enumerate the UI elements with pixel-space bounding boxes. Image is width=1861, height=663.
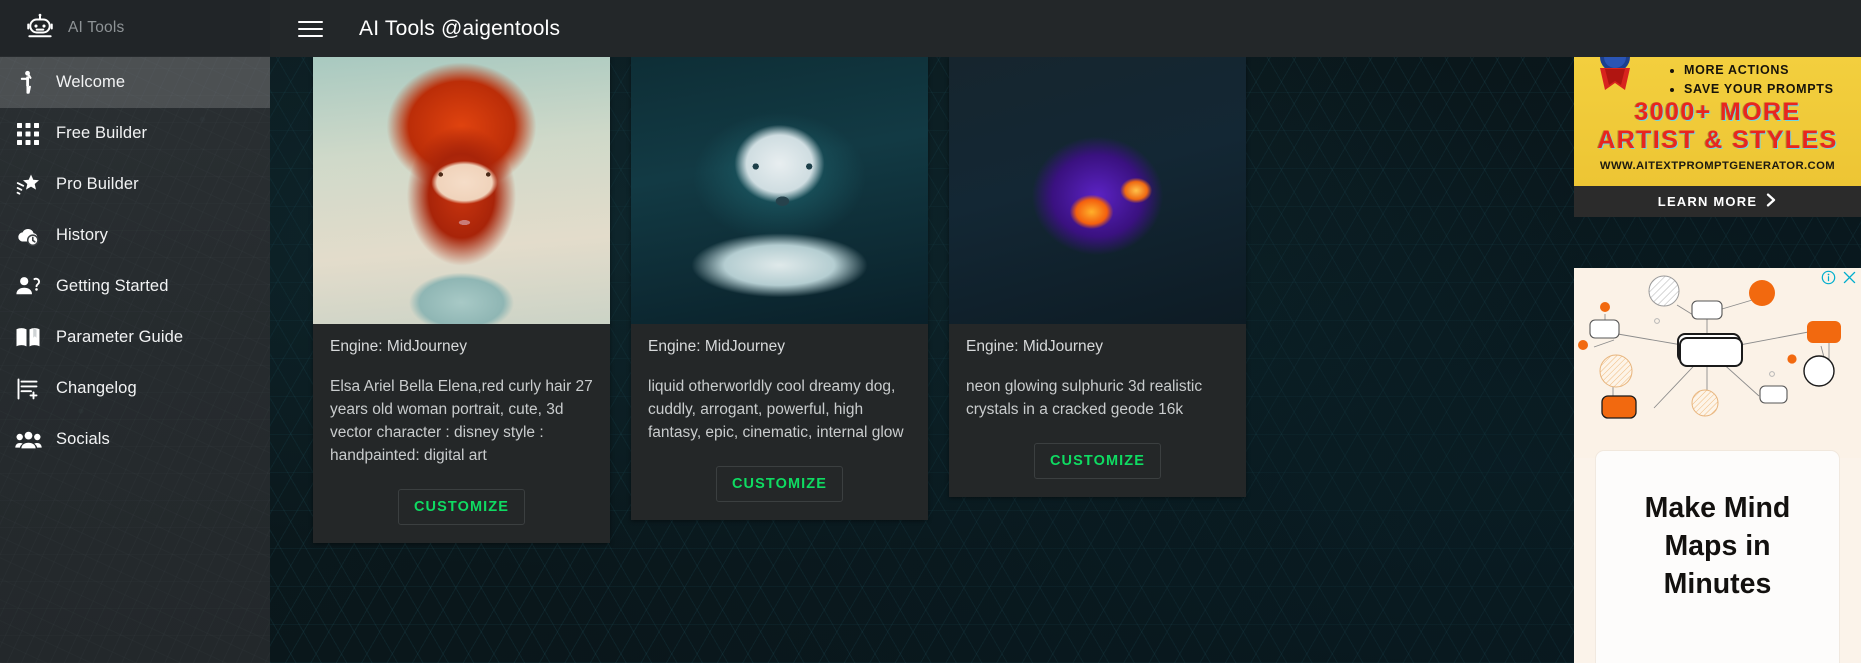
ad-bottom-headline: Make Mind Maps in Minutes [1644,492,1791,600]
sidebar-item-getting-started[interactable]: Getting Started [0,261,270,312]
ad-bottom-card: Make Mind Maps in Minutes [1596,451,1839,663]
ad-top-headline-2: ARTIST & STYLES [1597,126,1838,154]
sidebar-item-label: Socials [56,430,110,448]
award-ribbon-icon [1584,57,1646,103]
learn-more-button[interactable]: LEARN MORE [1574,186,1861,217]
sidebar-item-parameter-guide[interactable]: Parameter Guide [0,312,270,363]
prompt-card-image [313,57,610,324]
prompt-card-body: Engine: MidJourney Elsa Ariel Bella Elen… [313,324,610,473]
topbar: AI Tools @aigentools [270,0,1861,57]
app-root: AI Tools Welcome Free Builder Pro Builde… [0,0,1861,663]
prompt-card-footer: CUSTOMIZE [631,450,928,520]
sidebar-brand[interactable]: AI Tools [0,0,270,57]
sidebar-item-label: Free Builder [56,124,148,142]
sidebar-item-changelog[interactable]: Changelog [0,363,270,414]
ad-bullet: SAVE YOUR PROMPTS [1684,80,1834,99]
prompt-card-image [631,57,928,324]
sidebar-item-pro-builder[interactable]: Pro Builder [0,159,270,210]
prompt-card-footer: CUSTOMIZE [949,427,1246,497]
prompt-card[interactable]: Engine: MidJourney Elsa Ariel Bella Elen… [313,57,610,543]
grid-apps-icon [0,122,56,145]
sidebar-item-free-builder[interactable]: Free Builder [0,108,270,159]
page-title: AI Tools @aigentools [359,16,561,40]
open-book-icon [0,326,56,349]
customize-button[interactable]: CUSTOMIZE [1033,443,1162,479]
prompt-card-footer: CUSTOMIZE [313,473,610,543]
prompt-card-body: Engine: MidJourney neon glowing sulphuri… [949,324,1246,427]
chevron-right-icon [1766,193,1777,210]
sidebar-item-label: Pro Builder [56,175,139,193]
sidebar-item-socials[interactable]: Socials [0,414,270,465]
sidebar-nav: Welcome Free Builder Pro Builder History… [0,57,270,465]
ad-banner-top[interactable]: MORE ACTIONS SAVE YOUR PROMPTS 3000+ MOR… [1574,57,1861,217]
sidebar-item-welcome[interactable]: Welcome [0,57,270,108]
customize-button[interactable]: CUSTOMIZE [397,489,526,525]
prompt-card-text: neon glowing sulphuric 3d realistic crys… [966,378,1203,418]
sidebar-item-history[interactable]: History [0,210,270,261]
person-question-icon [0,275,56,298]
sidebar-item-label: Welcome [56,73,126,91]
prompt-card-engine: Engine: MidJourney [966,338,1103,355]
prompt-card-list: Engine: MidJourney Elsa Ariel Bella Elen… [313,57,1246,543]
ad-banner-bottom[interactable]: Make Mind Maps in Minutes [1574,268,1861,663]
hamburger-icon[interactable] [288,7,332,51]
ad-top-creative: MORE ACTIONS SAVE YOUR PROMPTS 3000+ MOR… [1574,57,1861,186]
person-waving-icon [0,70,56,95]
ad-top-url: WWW.AITEXTPROMPTGENERATOR.COM [1599,160,1836,172]
ad-bullet: MORE ACTIONS [1684,61,1834,80]
sidebar-brand-label: AI Tools [68,19,125,36]
main-content: AI Tools @aigentools Engine: MidJourney … [270,0,1861,663]
sidebar-item-label: Parameter Guide [56,328,184,346]
robot-icon [12,13,68,43]
prompt-card-text: Elsa Ariel Bella Elena,red curly hair 27… [330,378,593,464]
sidebar: AI Tools Welcome Free Builder Pro Builde… [0,0,270,663]
customize-button[interactable]: CUSTOMIZE [715,466,844,502]
changelog-icon [0,377,56,401]
sidebar-item-label: Getting Started [56,277,169,295]
prompt-card-text: liquid otherworldly cool dreamy dog, cud… [648,378,904,441]
prompt-card-image [949,57,1246,324]
cloud-clock-icon [0,225,56,247]
ad-top-headline-1: 3000+ MORE [1634,98,1801,126]
prompt-card[interactable]: Engine: MidJourney neon glowing sulphuri… [949,57,1246,497]
ad-info-icon[interactable] [1821,270,1836,290]
prompt-card-body: Engine: MidJourney liquid otherworldly c… [631,324,928,450]
ad-close-icon[interactable] [1842,270,1857,290]
prompt-card[interactable]: Engine: MidJourney liquid otherworldly c… [631,57,928,520]
prompt-card-engine: Engine: MidJourney [648,338,785,355]
prompt-card-engine: Engine: MidJourney [330,338,467,355]
sidebar-item-label: Changelog [56,379,137,397]
sidebar-item-label: History [56,226,109,244]
shooting-star-icon [0,173,56,197]
mindmap-illustration [1574,268,1861,458]
ad-controls [1821,270,1857,290]
learn-more-label: LEARN MORE [1657,194,1758,209]
people-group-icon [0,430,56,450]
ad-top-bullets: MORE ACTIONS SAVE YOUR PROMPTS [1672,61,1834,99]
